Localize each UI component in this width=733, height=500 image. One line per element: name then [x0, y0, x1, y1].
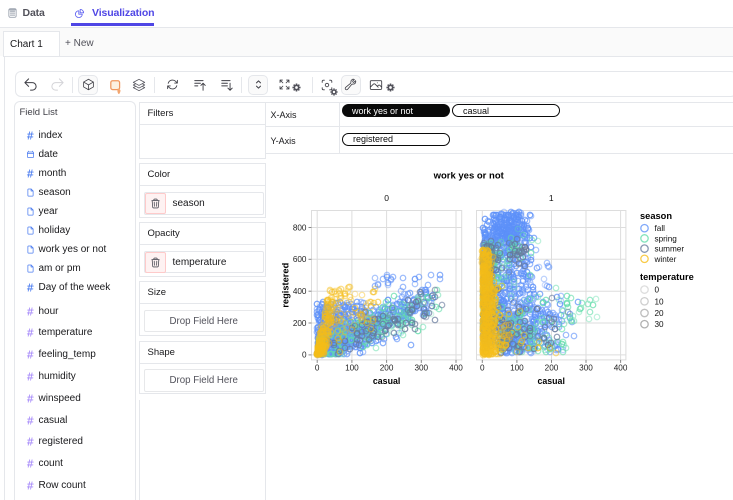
svg-text:800: 800	[293, 223, 307, 232]
svg-text:casual: casual	[373, 376, 400, 386]
svg-text:season: season	[640, 211, 672, 221]
svg-text:work yes or not: work yes or not	[433, 171, 505, 182]
svg-text:1: 1	[549, 193, 554, 203]
svg-text:30: 30	[655, 320, 665, 329]
svg-text:200: 200	[293, 319, 307, 328]
svg-text:100: 100	[510, 364, 524, 373]
svg-text:0: 0	[384, 193, 389, 203]
svg-text:400: 400	[293, 287, 307, 296]
svg-text:20: 20	[655, 309, 665, 318]
svg-text:0: 0	[302, 351, 307, 360]
svg-text:spring: spring	[655, 234, 678, 243]
svg-text:summer: summer	[655, 245, 685, 254]
svg-text:winter: winter	[654, 255, 677, 264]
svg-text:temperature: temperature	[640, 272, 694, 282]
svg-text:200: 200	[380, 364, 394, 373]
svg-text:300: 300	[579, 364, 593, 373]
svg-text:200: 200	[545, 364, 559, 373]
svg-text:600: 600	[293, 255, 307, 264]
svg-text:300: 300	[414, 364, 428, 373]
svg-text:0: 0	[655, 286, 660, 295]
svg-text:fall: fall	[655, 224, 666, 233]
svg-text:100: 100	[345, 364, 359, 373]
svg-text:400: 400	[614, 364, 628, 373]
svg-text:10: 10	[655, 297, 665, 306]
svg-text:registered: registered	[281, 262, 291, 307]
svg-text:casual: casual	[538, 376, 565, 386]
svg-text:400: 400	[449, 364, 463, 373]
svg-text:0: 0	[315, 364, 320, 373]
svg-text:0: 0	[480, 364, 485, 373]
